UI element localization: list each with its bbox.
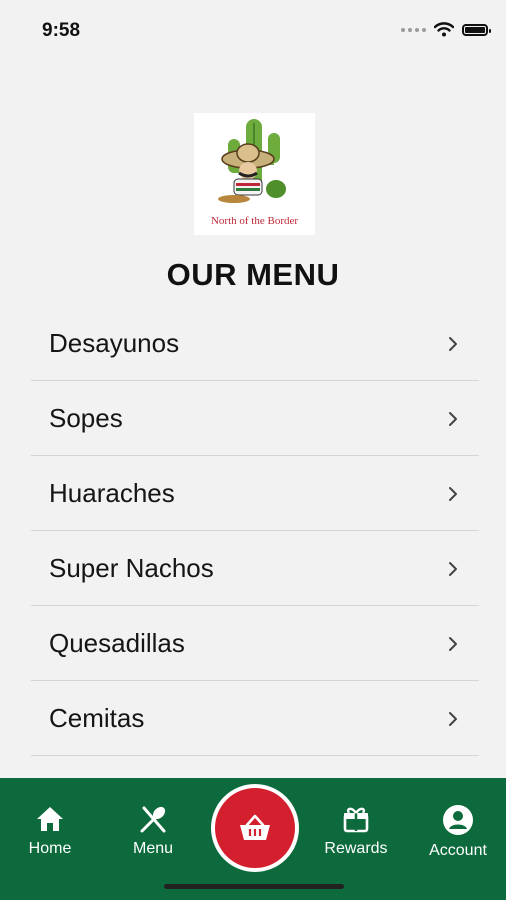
wifi-icon: [434, 22, 454, 37]
chevron-right-icon: [449, 336, 457, 351]
tab-rewards[interactable]: Rewards: [306, 804, 406, 858]
utensils-icon: [140, 806, 166, 833]
chevron-right-icon: [449, 711, 457, 726]
menu-category-label: Huaraches: [49, 478, 175, 508]
menu-category-item[interactable]: Sopes: [31, 382, 479, 456]
menu-category-label: Desayunos: [49, 328, 180, 358]
battery-icon: [462, 23, 491, 36]
cactus-sombrero-illustration: [218, 119, 286, 203]
status-icons: [401, 22, 491, 37]
tab-menu-label: Menu: [132, 840, 174, 857]
menu-category-item[interactable]: Huaraches: [31, 457, 479, 531]
signal-icon: [401, 27, 426, 32]
status-bar: 9:58: [0, 0, 506, 60]
menu-category-label: Cemitas: [49, 703, 145, 733]
home-indicator: [164, 884, 344, 889]
account-icon: [443, 805, 473, 835]
tab-home[interactable]: Home: [0, 804, 100, 858]
menu-category-list: Desayunos Sopes Huaraches Super Nachos Q…: [31, 307, 479, 757]
menu-category-label: Sopes: [49, 403, 123, 433]
menu-category-item[interactable]: Desayunos: [31, 307, 479, 381]
basket-icon: [240, 814, 270, 840]
menu-category-item[interactable]: Super Nachos: [31, 532, 479, 606]
tab-rewards-label: Rewards: [324, 840, 388, 857]
chevron-right-icon: [449, 486, 457, 501]
chevron-right-icon: [449, 636, 457, 651]
menu-category-item[interactable]: Quesadillas: [31, 607, 479, 681]
menu-category-label: Super Nachos: [49, 553, 214, 583]
page-title: OUR MENU: [166, 257, 340, 292]
tab-account-label: Account: [429, 842, 487, 859]
logo-caption: North of the Border: [210, 215, 299, 227]
tab-home-label: Home: [28, 840, 72, 857]
chevron-right-icon: [449, 411, 457, 426]
tab-account[interactable]: Account: [408, 804, 506, 860]
menu-category-item[interactable]: Cemitas: [31, 682, 479, 756]
restaurant-logo: North of the Border: [194, 113, 315, 235]
home-icon: [37, 807, 63, 831]
chevron-right-icon: [449, 561, 457, 576]
tab-menu[interactable]: Menu: [103, 804, 203, 858]
menu-category-label: Quesadillas: [49, 628, 185, 658]
cart-button[interactable]: [211, 784, 299, 872]
status-time: 9:58: [42, 20, 81, 41]
gift-icon: [343, 807, 369, 833]
